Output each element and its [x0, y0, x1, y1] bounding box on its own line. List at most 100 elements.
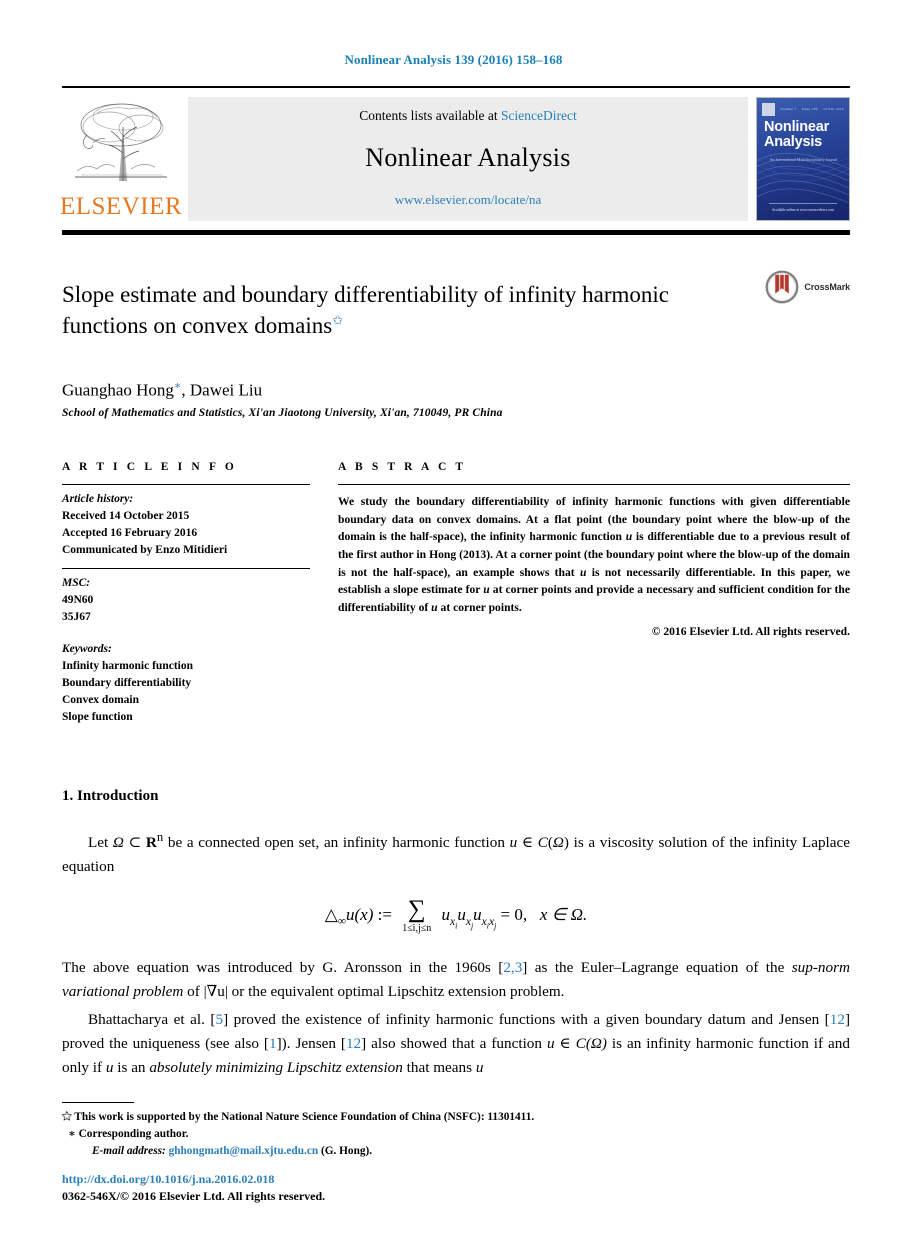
eq-t3-j: j: [494, 921, 497, 931]
crossmark-label: CrossMark: [804, 282, 850, 292]
cover-title-line2: Analysis: [764, 133, 823, 150]
contents-prefix: Contents lists available at: [359, 108, 501, 123]
cover-publisher-icon: [762, 102, 775, 116]
paragraph-1: Let Ω ⊂ Rn be a connected open set, an i…: [62, 827, 850, 879]
citation-ref-2-3[interactable]: 2,3: [503, 959, 522, 976]
citation-ref-12-b[interactable]: 12: [346, 1035, 361, 1052]
abstract-text: We study the boundary differentiability …: [338, 485, 850, 616]
abstract-heading: A B S T R A C T: [338, 461, 467, 474]
eq-sum-limits: 1≤i,j≤n: [402, 922, 432, 934]
p3-seg-h: is an: [113, 1059, 150, 1077]
eq-delta-subscript: ∞: [337, 915, 346, 929]
title-footnote-mark: ✩: [332, 312, 344, 328]
article-title-text: Slope estimate and boundary differentiab…: [62, 282, 670, 338]
cover-journal-title: Nonlinear Analysis: [764, 120, 843, 150]
p3-u-3: u: [475, 1059, 484, 1077]
title-row: Slope estimate and boundary differentiab…: [62, 265, 850, 357]
running-head: Nonlinear Analysis 139 (2016) 158–168: [344, 52, 563, 67]
p2-seg-a: The above equation was introduced by G. …: [62, 958, 504, 976]
article-history-block: Article history: Received 14 October 201…: [62, 485, 310, 559]
p2-seg-b: ] as the Euler–Lagrange equation of the: [522, 958, 792, 976]
p1-c-symbol: C: [537, 834, 548, 852]
msc-label: MSC:: [62, 577, 91, 590]
p3-seg-f: ∈: [554, 1035, 576, 1053]
p1-omega: Ω: [112, 834, 124, 852]
eq-term-3: u: [473, 905, 482, 925]
footnote-rule: [62, 1102, 134, 1104]
sciencedirect-link[interactable]: ScienceDirect: [501, 108, 577, 123]
footnote-corresponding-mark: ∗: [68, 1128, 76, 1141]
citation-ref-1[interactable]: 1: [269, 1035, 277, 1052]
eq-term-2: u: [457, 905, 466, 925]
footer-identifiers: http://dx.doi.org/10.1016/j.na.2016.02.0…: [62, 1171, 325, 1205]
author-list: Guanghao Hong∗, Dawei Liu: [62, 379, 845, 401]
eq-assign: :=: [377, 905, 392, 925]
p2-seg-c: of |∇u| or the equivalent optimal Lipsch…: [183, 982, 565, 1000]
p3-italic-phrase: absolutely minimizing Lipschitz extensio…: [149, 1059, 403, 1077]
eq-u: u: [346, 905, 355, 925]
p3-seg-i: that means: [402, 1059, 476, 1077]
p3-seg-a: Bhattacharya et al. [: [88, 1011, 216, 1028]
journal-homepage-link[interactable]: www.elsevier.com/locate/na: [395, 192, 541, 208]
p3-seg-b: ] proved the existence of infinity harmo…: [223, 1011, 830, 1028]
footnote-funding: ✩ This work is supported by the National…: [62, 1109, 850, 1126]
keyword-3: Convex domain: [62, 694, 139, 707]
article-history-communicated: Communicated by Enzo Mitidieri: [62, 544, 228, 557]
p1-seg-d: ∈: [517, 834, 538, 852]
masthead-center-band: Contents lists available at ScienceDirec…: [188, 97, 748, 221]
journal-cover-image: Volume 7 Issue 139 15 Feb 2016 Nonlinear…: [756, 97, 850, 221]
footnote-funding-mark: ✩: [62, 1111, 72, 1124]
citation-ref-5[interactable]: 5: [215, 1011, 223, 1028]
citation-ref-12-a[interactable]: 12: [830, 1011, 845, 1028]
cover-footer: Available online at www.sciencedirect.co…: [769, 202, 837, 213]
display-equation-infinity-laplace: △∞u(x) := ∑ 1≤i,j≤n uxiuxjuxixj = 0, x ∈…: [62, 896, 850, 934]
eq-term-1: u: [441, 905, 450, 925]
cover-top-bar: Volume 7 Issue 139 15 Feb 2016: [762, 102, 844, 116]
journal-masthead: ELSEVIER Contents lists available at Sci…: [60, 86, 850, 221]
doi-link[interactable]: http://dx.doi.org/10.1016/j.na.2016.02.0…: [62, 1171, 325, 1188]
masthead-bottom-rule: [62, 230, 850, 235]
paragraph-3: Bhattacharya et al. [5] proved the exist…: [62, 1008, 850, 1080]
p1-rn: R: [145, 834, 157, 852]
sigma-icon: ∑: [407, 896, 426, 924]
footnote-funding-text: This work is supported by the National N…: [74, 1111, 535, 1124]
p3-seg-e: ] also showed that a function: [361, 1035, 547, 1053]
p1-seg-a: Let: [88, 834, 113, 852]
crossmark-badge[interactable]: CrossMark: [764, 265, 850, 305]
info-abstract-columns: A R T I C L E I N F O Article history: R…: [62, 461, 850, 726]
cover-title-line1: Nonlinear: [764, 119, 830, 135]
journal-article-page: Nonlinear Analysis 139 (2016) 158–168 EL…: [0, 0, 907, 1238]
keyword-4: Slope function: [62, 711, 133, 724]
p3-u-1: u: [546, 1035, 555, 1053]
cover-subtitle: An International Multidisciplinary Journ…: [769, 157, 838, 162]
elsevier-logo: ELSEVIER: [60, 97, 182, 221]
article-info-column: A R T I C L E I N F O Article history: R…: [62, 461, 310, 726]
contents-available-line: Contents lists available at ScienceDirec…: [359, 108, 576, 124]
p1-seg-b: ⊂: [123, 834, 146, 852]
eq-argument: (x): [354, 905, 374, 925]
p1-omega-2: Ω: [552, 834, 564, 852]
keywords-label: Keywords:: [62, 643, 112, 656]
keyword-1: Infinity harmonic function: [62, 660, 193, 673]
paragraph-2: The above equation was introduced by G. …: [62, 956, 850, 1004]
p3-seg-d: ]). Jensen [: [276, 1035, 346, 1053]
page-title: Slope estimate and boundary differentiab…: [62, 280, 764, 341]
abstract-seg-5: at corner points.: [437, 600, 522, 614]
affiliation: School of Mathematics and Statistics, Xi…: [62, 407, 503, 420]
footnote-area: ✩ This work is supported by the National…: [62, 1102, 850, 1160]
keywords-block: Keywords: Infinity harmonic function Bou…: [62, 635, 310, 726]
p3-c-omega: C(Ω): [575, 1035, 607, 1053]
author-rest: , Dawei Liu: [181, 380, 263, 400]
article-history-received: Received 14 October 2015: [62, 510, 190, 523]
footnote-corresponding: ∗ Corresponding author.: [62, 1126, 850, 1143]
article-history-accepted: Accepted 16 February 2016: [62, 527, 198, 540]
email-address-link[interactable]: ghhongmath@mail.xjtu.edu.cn: [169, 1145, 319, 1157]
issn-copyright-line: 0362-546X/© 2016 Elsevier Ltd. All right…: [62, 1188, 326, 1203]
cover-meta-left: Volume 7: [780, 107, 797, 111]
msc-code-2: 35J67: [62, 611, 91, 624]
cover-meta-right: 15 Feb 2016: [823, 107, 844, 111]
footnote-corresponding-text: Corresponding author.: [78, 1128, 189, 1141]
author-first: Guanghao Hong: [62, 380, 174, 400]
msc-code-1: 49N60: [62, 594, 94, 607]
elsevier-tree-icon: [75, 103, 167, 181]
